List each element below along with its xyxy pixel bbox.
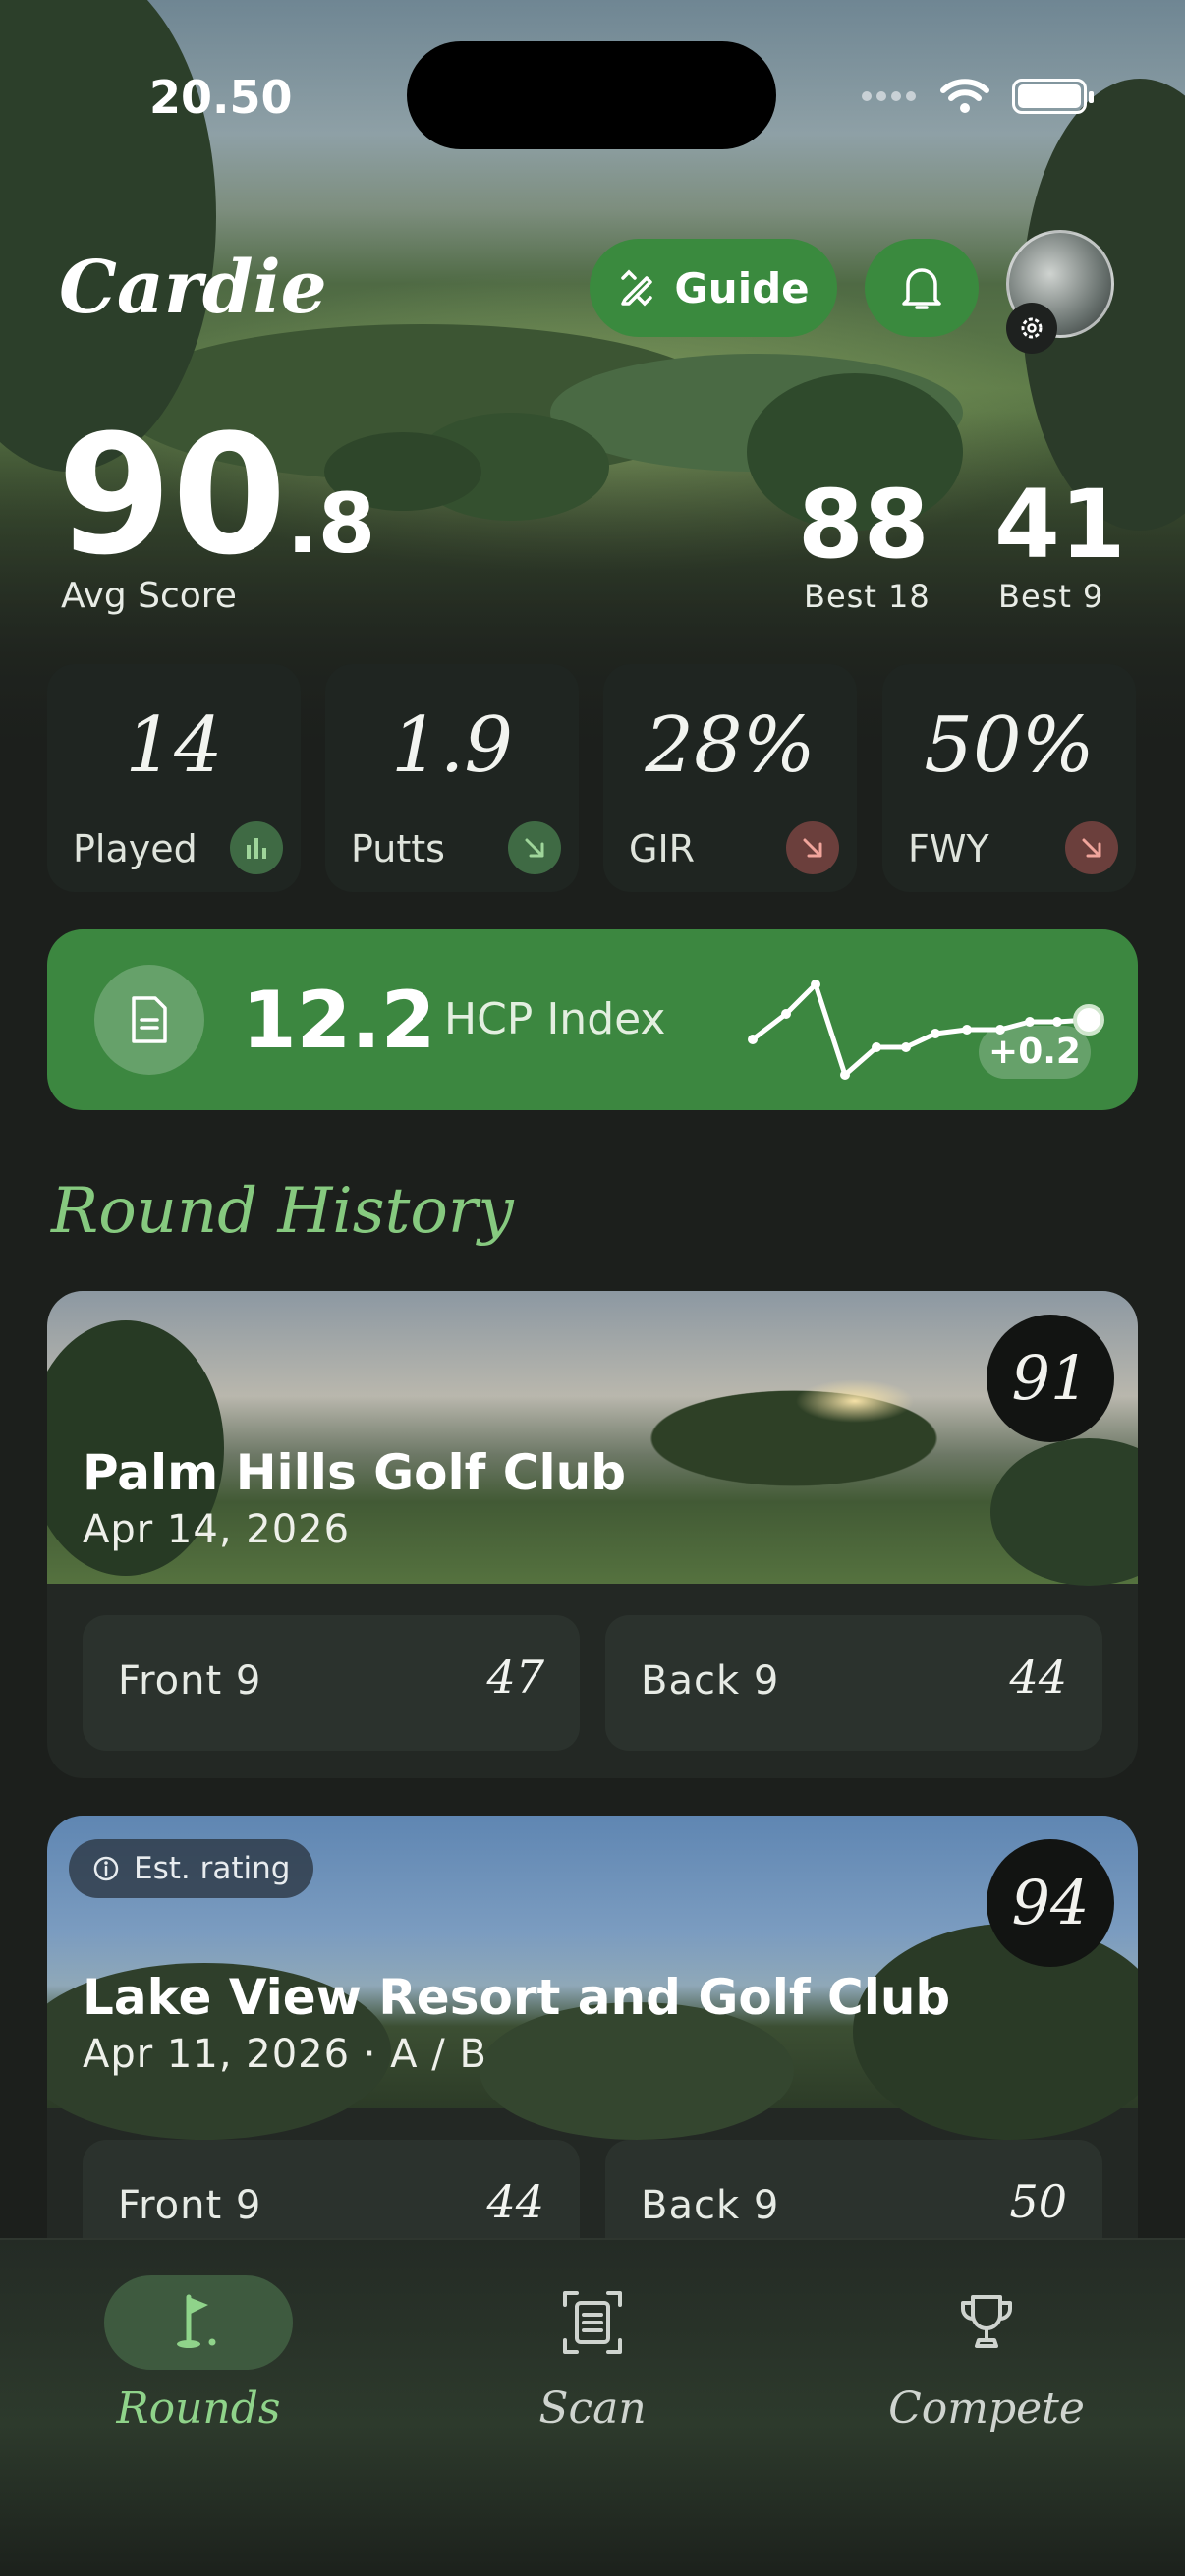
tab-bar: Rounds Scan Compete <box>0 2238 1185 2576</box>
stat-label: Played <box>73 827 198 870</box>
stat-label: FWY <box>908 827 989 870</box>
front-9-card: Front 9 47 <box>83 1615 580 1751</box>
back-9-label: Back 9 <box>641 1658 780 1704</box>
guide-button-label: Guide <box>674 263 810 312</box>
round-history-title: Round History <box>51 1175 514 1248</box>
tab-rounds-label: Rounds <box>116 2383 281 2434</box>
battery-icon <box>1012 79 1094 114</box>
best-18-value: 88 <box>798 470 930 580</box>
status-icons <box>859 77 1094 116</box>
front-9-value: 47 <box>486 1651 544 1704</box>
front-9-label: Front 9 <box>118 1658 262 1704</box>
bell-icon <box>902 268 941 309</box>
avg-score-label: Avg Score <box>61 576 237 616</box>
est-rating-label: Est. rating <box>134 1851 291 1886</box>
hcp-delta-badge: +0.2 <box>979 1026 1091 1079</box>
tab-scan-label: Scan <box>538 2383 647 2434</box>
round-score: 91 <box>987 1315 1114 1442</box>
stat-label: Putts <box>351 827 445 870</box>
arrow-down-right-icon <box>508 821 561 874</box>
avg-score: 90.8 <box>57 413 375 578</box>
golf-flag-icon <box>104 2275 293 2370</box>
hcp-index-card[interactable]: 12.2 HCP Index +0.2 <box>47 929 1138 1110</box>
front-9-value: 44 <box>486 2175 544 2228</box>
app-title: Cardie <box>59 246 327 330</box>
arrow-down-right-icon <box>786 821 839 874</box>
hcp-index-value: 12.2 <box>242 975 436 1066</box>
round-date: Apr 11, 2026 · A / B <box>83 2032 487 2077</box>
stat-value: 1.9 <box>390 701 514 790</box>
stat-value: 50% <box>924 701 1095 790</box>
back-9-value: 50 <box>1009 2175 1067 2228</box>
dynamic-island <box>407 41 776 149</box>
back-9-label: Back 9 <box>641 2183 780 2228</box>
document-icon <box>94 965 204 1075</box>
stat-value: 14 <box>125 701 223 790</box>
avg-score-decimal: .8 <box>286 476 376 572</box>
round-card[interactable]: Est. rating Lake View Resort and Golf Cl… <box>47 1816 1138 2303</box>
cellular-signal-icon <box>862 91 916 101</box>
wifi-icon <box>940 79 989 113</box>
back-9-value: 44 <box>1009 1651 1067 1704</box>
best-9-value: 41 <box>994 470 1126 580</box>
stat-label: GIR <box>629 827 696 870</box>
notifications-button[interactable] <box>865 239 979 337</box>
round-score: 94 <box>987 1839 1114 1967</box>
avg-score-integer: 90 <box>57 399 287 591</box>
tab-compete-label: Compete <box>888 2383 1085 2434</box>
course-name: Palm Hills Golf Club <box>83 1444 627 1501</box>
round-date: Apr 14, 2026 <box>83 1507 351 1552</box>
scan-document-icon <box>498 2275 687 2370</box>
front-9-label: Front 9 <box>118 2183 262 2228</box>
bar-chart-icon <box>230 821 283 874</box>
est-rating-badge: Est. rating <box>69 1839 314 1898</box>
status-time: 20.50 <box>149 71 293 124</box>
course-name: Lake View Resort and Golf Club <box>83 1969 951 2026</box>
back-9-card: Back 9 44 <box>605 1615 1102 1751</box>
stat-card-gir[interactable]: 28% GIR <box>603 664 857 892</box>
round-card[interactable]: Palm Hills Golf Club Apr 14, 2026 91 Fro… <box>47 1291 1138 1778</box>
stat-card-putts[interactable]: 1.9 Putts <box>325 664 579 892</box>
trophy-icon <box>892 2275 1081 2370</box>
arrow-down-right-icon <box>1065 821 1118 874</box>
guide-button[interactable]: Guide <box>590 239 837 337</box>
stat-card-played[interactable]: 14 Played <box>47 664 301 892</box>
pencil-ruler-icon <box>621 269 653 307</box>
info-icon <box>93 1856 119 1881</box>
best-18-label: Best 18 <box>804 578 931 615</box>
tab-scan[interactable]: Scan <box>445 2275 740 2472</box>
tab-compete[interactable]: Compete <box>839 2275 1134 2472</box>
stat-value: 28% <box>645 701 816 790</box>
hcp-index-label: HCP Index <box>444 994 666 1044</box>
stat-card-fwy[interactable]: 50% FWY <box>882 664 1136 892</box>
tab-rounds[interactable]: Rounds <box>51 2275 346 2472</box>
best-9-label: Best 9 <box>998 578 1104 615</box>
settings-gear-icon[interactable] <box>1006 303 1057 354</box>
